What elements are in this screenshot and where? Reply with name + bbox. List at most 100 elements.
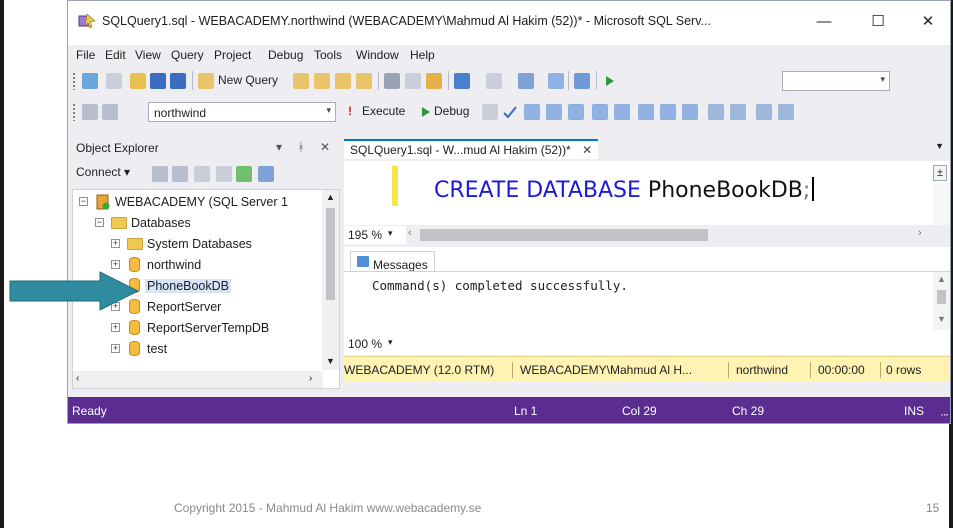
menu-query[interactable]: Query — [171, 48, 204, 62]
scroll-left-icon[interactable]: ‹ — [76, 373, 79, 384]
mdx-query-icon[interactable] — [314, 73, 330, 89]
cancel-query-icon[interactable] — [482, 104, 498, 120]
connect-icon[interactable] — [152, 166, 168, 182]
uncomment-icon[interactable] — [730, 104, 746, 120]
minimize-button[interactable]: — — [804, 9, 844, 35]
tree-vertical-scrollbar[interactable]: ▲ ▼ — [322, 190, 339, 370]
start-icon[interactable] — [602, 73, 618, 89]
stop-icon[interactable] — [194, 166, 210, 182]
debug-button[interactable]: Debug — [434, 104, 469, 118]
editor-vertical-scrollbar[interactable] — [933, 183, 950, 225]
new-query-icon[interactable] — [198, 73, 214, 89]
menu-view[interactable]: View — [135, 48, 161, 62]
close-button[interactable]: ✕ — [908, 9, 948, 35]
menu-file[interactable]: File — [76, 48, 95, 62]
paste-icon[interactable] — [426, 73, 442, 89]
code-line[interactable]: CREATE DATABASE PhoneBookDB; — [434, 177, 815, 203]
change-connection-icon[interactable] — [102, 104, 118, 120]
menu-window[interactable]: Window — [356, 48, 399, 62]
tree-node-system-databases[interactable]: + System Databases — [73, 234, 325, 255]
parse-icon[interactable] — [502, 104, 518, 120]
redo-icon[interactable] — [486, 73, 502, 89]
tree-node-test[interactable]: + test — [73, 339, 325, 360]
properties-icon[interactable] — [548, 73, 564, 89]
specify-values-icon[interactable] — [568, 104, 584, 120]
scroll-down-icon[interactable]: ▼ — [326, 356, 335, 366]
activity-monitor-icon[interactable] — [574, 73, 590, 89]
chevron-down-icon[interactable]: ▼ — [935, 141, 944, 151]
query-designer-icon[interactable] — [546, 104, 562, 120]
solution-config-dropdown[interactable]: ▾ — [782, 71, 890, 91]
results-to-text-icon[interactable] — [638, 104, 654, 120]
scroll-thumb[interactable] — [937, 290, 946, 304]
scroll-thumb[interactable] — [326, 208, 335, 300]
scroll-right-icon[interactable]: › — [309, 373, 312, 384]
tree-node-databases[interactable]: − Databases — [73, 213, 325, 234]
resize-grip-icon[interactable]: ⠠⠤ — [938, 409, 949, 418]
include-plan-icon[interactable] — [592, 104, 608, 120]
maximize-button[interactable]: ☐ — [858, 9, 898, 35]
expand-icon[interactable]: + — [111, 344, 120, 353]
tree-node-server[interactable]: − WEBACADEMY (SQL Server 1 — [73, 192, 325, 213]
dmx-query-icon[interactable] — [335, 73, 351, 89]
execute-icon[interactable]: ! — [348, 104, 352, 118]
cut-icon[interactable] — [384, 73, 400, 89]
display-plan-icon[interactable] — [524, 104, 540, 120]
copy-icon[interactable] — [405, 73, 421, 89]
results-to-grid-icon[interactable] — [660, 104, 676, 120]
expand-icon[interactable]: + — [111, 239, 120, 248]
increase-indent-icon[interactable] — [778, 104, 794, 120]
close-icon[interactable]: ✕ — [582, 143, 592, 157]
available-databases-dropdown[interactable]: northwind ▾ — [148, 102, 336, 122]
execute-button[interactable]: Execute — [362, 104, 405, 118]
scroll-down-icon[interactable]: ▼ — [937, 314, 946, 324]
activity-monitor-icon[interactable] — [258, 166, 274, 182]
tab-sqlquery1[interactable]: SQLQuery1.sql - W...mud Al Hakim (52))* … — [344, 139, 599, 159]
save-icon[interactable] — [150, 73, 166, 89]
collapse-icon[interactable]: − — [95, 218, 104, 227]
menu-help[interactable]: Help — [410, 48, 435, 62]
toolbar-grip[interactable] — [72, 72, 76, 90]
tree-node-reportservertempdb[interactable]: + ReportServerTempDB — [73, 318, 325, 339]
pin-icon[interactable]: ▾ ᚼ ✕ — [276, 140, 336, 154]
split-editor-icon[interactable]: ± — [933, 165, 947, 181]
toolbar-grip[interactable] — [72, 103, 76, 121]
editor-horizontal-scroll-thumb[interactable] — [420, 229, 708, 241]
db-engine-query-icon[interactable] — [293, 73, 309, 89]
scroll-left-icon[interactable]: ‹ — [408, 227, 412, 239]
new-query-button[interactable]: New Query — [218, 73, 278, 87]
open-file-icon[interactable] — [130, 73, 146, 89]
disconnect-icon[interactable] — [172, 166, 188, 182]
connect-button[interactable]: Connect ▾ — [76, 165, 130, 179]
solution-explorer-icon[interactable] — [518, 73, 534, 89]
expand-icon[interactable]: + — [111, 260, 120, 269]
messages-vertical-scrollbar[interactable]: ▲ ▼ — [933, 272, 950, 330]
decrease-indent-icon[interactable] — [756, 104, 772, 120]
undo-icon[interactable] — [454, 73, 470, 89]
results-zoom-dropdown[interactable]: 100 % ▾ — [344, 335, 406, 353]
scroll-up-icon[interactable]: ▲ — [326, 192, 335, 202]
collapse-icon[interactable]: − — [79, 197, 88, 206]
tab-messages[interactable]: Messages — [350, 251, 435, 272]
new-project-icon[interactable] — [82, 73, 98, 89]
query-editor[interactable]: CREATE DATABASE PhoneBookDB; ± — [344, 161, 950, 225]
comment-icon[interactable] — [708, 104, 724, 120]
refresh-icon[interactable] — [236, 166, 252, 182]
live-stats-icon[interactable] — [614, 104, 630, 120]
menu-debug[interactable]: Debug — [268, 48, 303, 62]
scroll-up-icon[interactable]: ▲ — [937, 274, 946, 284]
results-to-file-icon[interactable] — [682, 104, 698, 120]
debug-icon[interactable] — [418, 104, 434, 120]
connect-icon[interactable] — [82, 104, 98, 120]
scroll-right-icon[interactable]: › — [918, 227, 922, 239]
tree-horizontal-scrollbar[interactable]: ‹ › — [73, 371, 323, 388]
menu-tools[interactable]: Tools — [314, 48, 342, 62]
expand-icon[interactable]: + — [111, 323, 120, 332]
save-all-icon[interactable] — [170, 73, 186, 89]
xmla-query-icon[interactable] — [356, 73, 372, 89]
menu-edit[interactable]: Edit — [105, 48, 126, 62]
messages-panel[interactable]: Command(s) completed successfully. ▲ ▼ — [344, 271, 950, 331]
editor-zoom-dropdown[interactable]: 195 % ▾ — [344, 226, 406, 244]
add-item-icon[interactable] — [106, 73, 122, 89]
menu-project[interactable]: Project — [214, 48, 251, 62]
